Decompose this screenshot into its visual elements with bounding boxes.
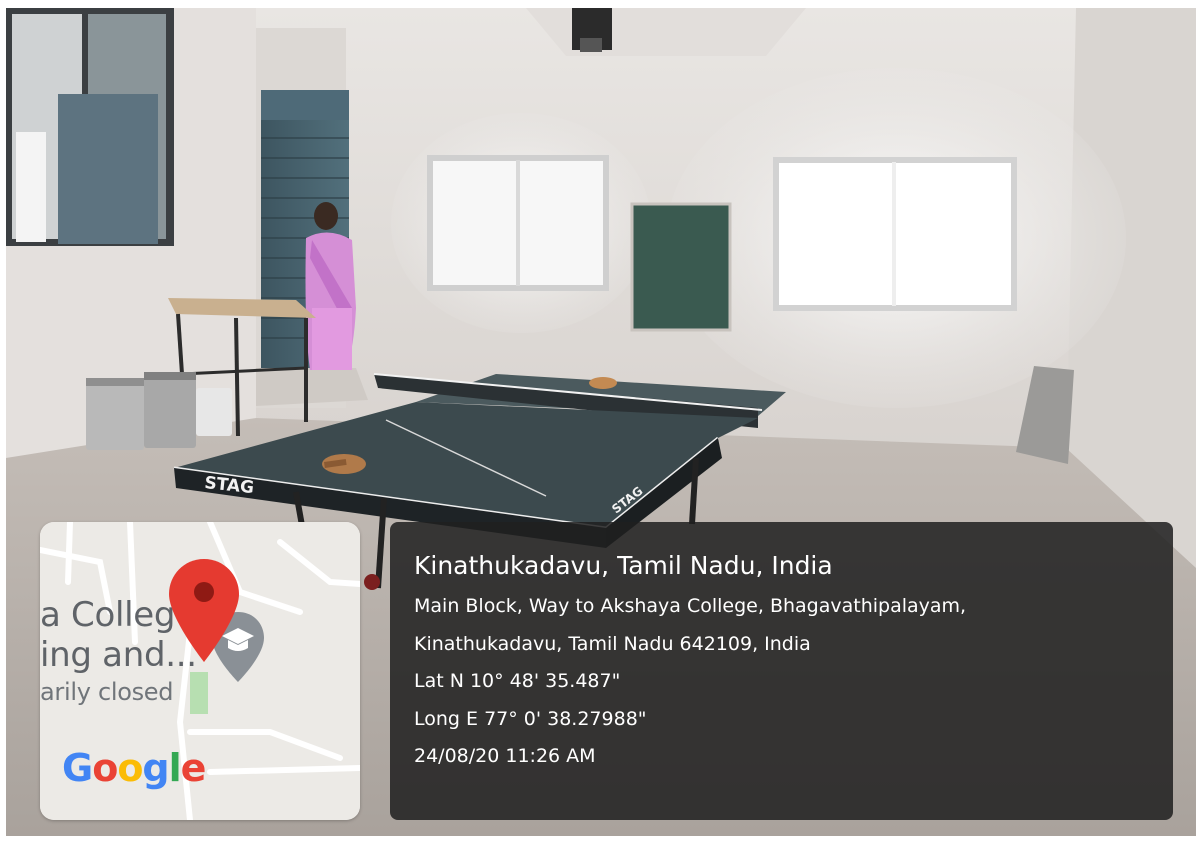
timestamp: 24/08/20 11:26 AM <box>414 745 596 767</box>
window-left <box>427 155 609 291</box>
location-info-card: Kinathukadavu, Tamil Nadu, India Main Bl… <box>390 522 1173 820</box>
location-title: Kinathukadavu, Tamil Nadu, India <box>414 551 833 580</box>
google-logo: Google <box>62 746 206 790</box>
map-thumbnail: a College ing and... arily closed Google <box>40 522 360 820</box>
latitude: Lat N 10° 48' 35.487" <box>414 670 621 692</box>
photo-frame: STAG STAG a College ing and... arily clo… <box>6 8 1196 836</box>
map-pin-icon <box>169 559 239 662</box>
interior-glass-window <box>6 8 174 246</box>
window-right <box>773 157 1017 311</box>
address-line-2: Kinathukadavu, Tamil Nadu 642109, India <box>414 632 811 655</box>
map-place-status: arily closed <box>40 678 174 706</box>
notice-board <box>630 202 732 332</box>
longitude: Long E 77° 0' 38.27988" <box>414 707 647 730</box>
address-line-1: Main Block, Way to Akshaya College, Bhag… <box>414 595 967 617</box>
